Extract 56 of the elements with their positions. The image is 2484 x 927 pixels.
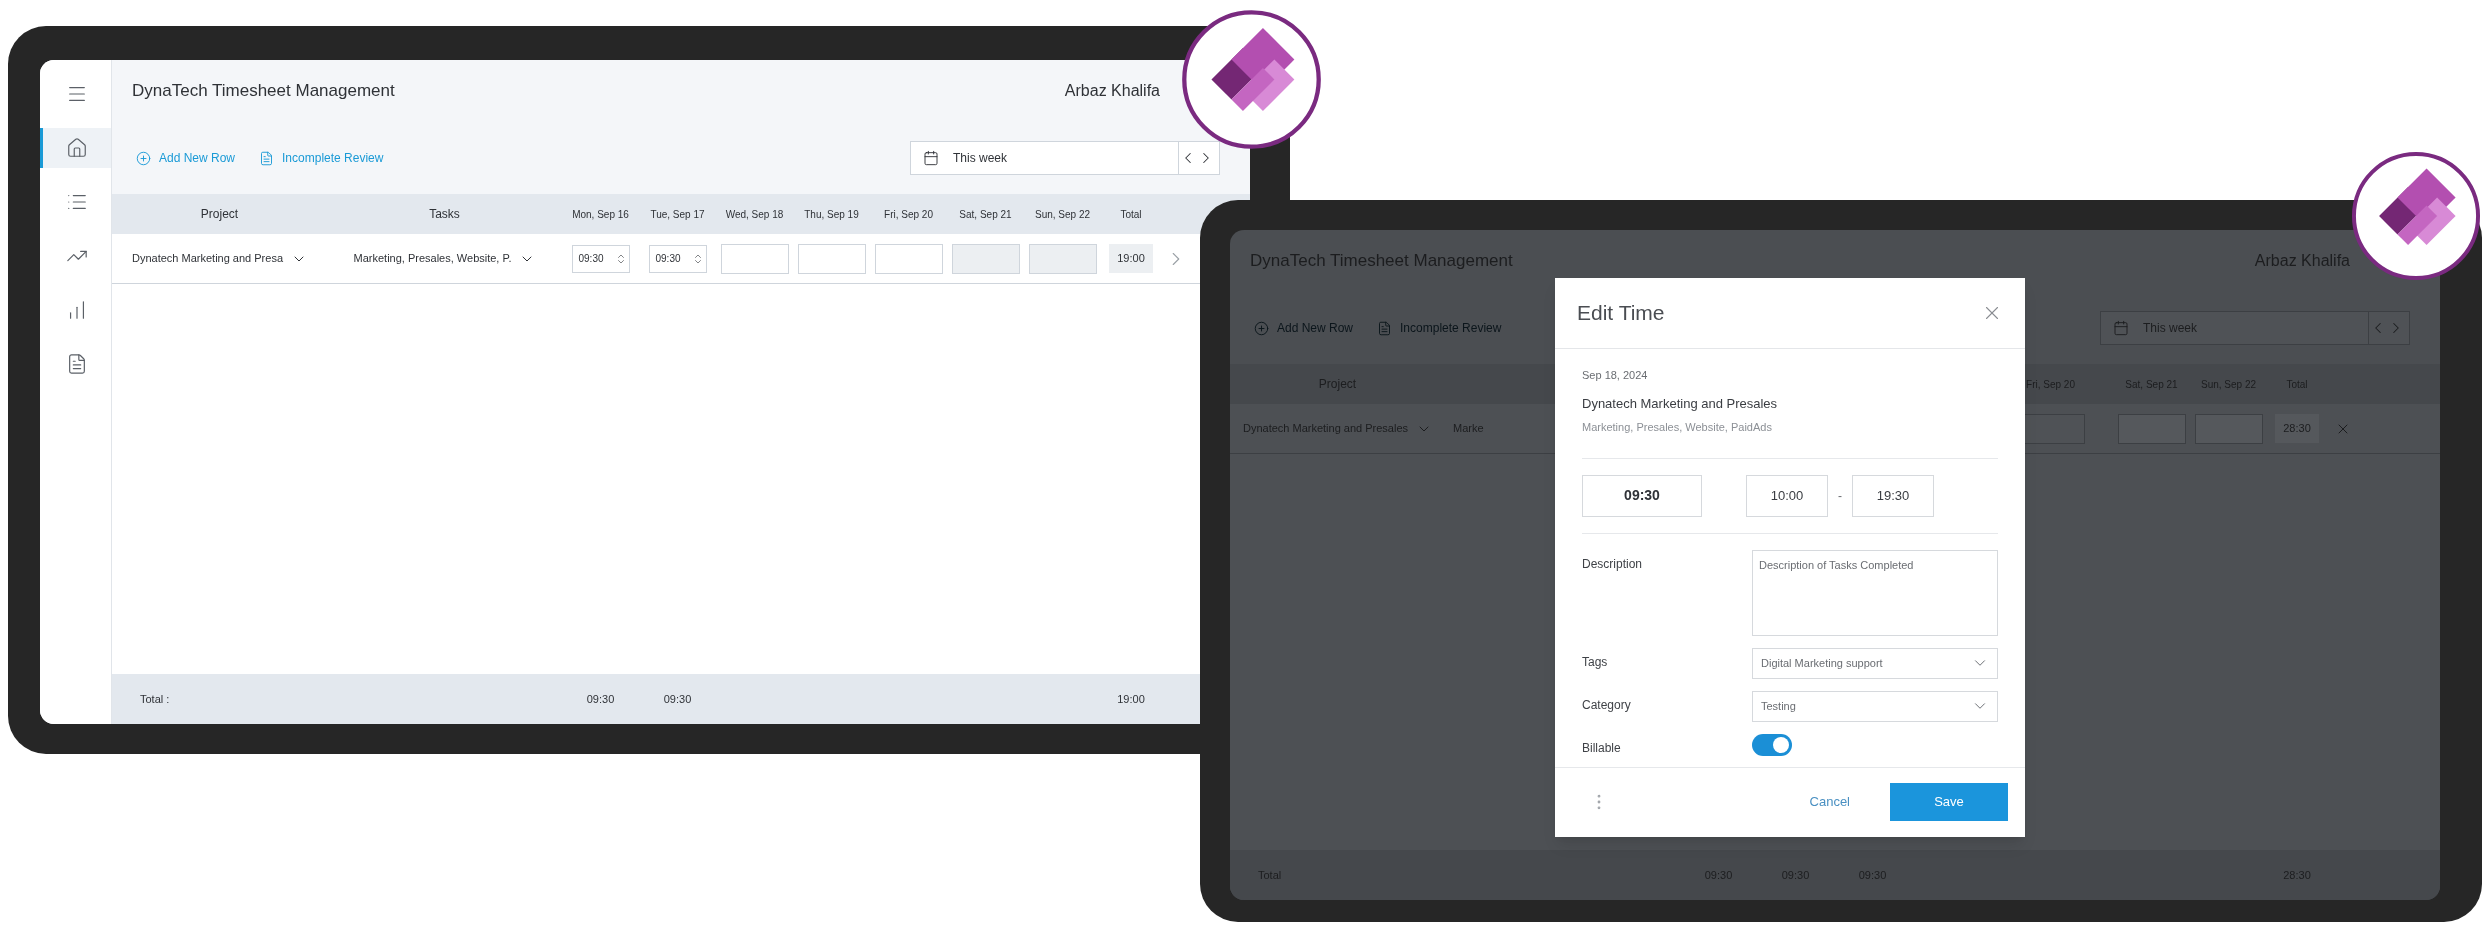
column-header: Total (1119, 207, 1143, 222)
entry-date: Sep 18, 2024 (1582, 368, 1649, 383)
dropdown-field[interactable]: Digital Marketing support (1752, 647, 1998, 679)
time-field[interactable]: 09:30 (571, 244, 630, 273)
disabled-time-field (2117, 413, 2186, 444)
column-header: Tasks (428, 206, 461, 223)
home-icon (66, 137, 88, 159)
column-header: Sun, Sep 22 (1033, 207, 1091, 222)
project-dropdown[interactable]: Marketing, Presales, Website, P. (353, 250, 536, 267)
start-time-field[interactable]: 10:00 (1746, 474, 1828, 517)
review-button[interactable]: Incomplete Review (259, 149, 384, 167)
user-name: Arbaz Khalifa (1064, 81, 1160, 101)
duration-field[interactable]: 09:30 (1582, 474, 1702, 517)
document-icon (66, 353, 88, 375)
save-button[interactable]: Save (1890, 783, 2008, 821)
disabled-time-field (2194, 413, 2263, 444)
app-title: DynaTech Timesheet Management (132, 80, 395, 103)
document-icon (259, 150, 275, 166)
description-field[interactable]: Description of Tasks Completed (1752, 549, 1998, 636)
disabled-time-field (1028, 243, 1097, 274)
day-total: 09:30 (662, 691, 693, 707)
column-header: Tue, Sep 17 (649, 207, 706, 222)
dropdown-field[interactable]: Testing (1752, 690, 1998, 722)
column-header: Fri, Sep 20 (883, 207, 934, 222)
column-header: Thu, Sep 19 (803, 207, 860, 222)
dialog-title: Edit Time (1577, 300, 1665, 327)
entry-project: Dynatech Marketing and Presales (1582, 394, 1779, 413)
plus-circle-icon (1254, 320, 1269, 336)
field-label: Description (1582, 555, 1644, 573)
document-icon (1377, 320, 1393, 336)
column-header: Project (199, 206, 240, 223)
column-header: Sat, Sep 21 (958, 207, 1013, 222)
add-row-button[interactable]: Add New Row (136, 149, 236, 167)
disabled-time-field (951, 243, 1020, 274)
sidebar-item[interactable] (40, 128, 111, 168)
day-total: 09:30 (585, 691, 616, 707)
field-label: Category (1582, 696, 1632, 714)
calendar-icon (2113, 320, 2129, 336)
entry-tasks: Marketing, Presales, Website, PaidAds (1582, 420, 1773, 435)
column-header: Mon, Sep 16 (571, 207, 630, 222)
field-label: Tags (1582, 653, 1609, 671)
column-header: Wed, Sep 18 (724, 207, 785, 222)
plus-circle-icon (136, 150, 151, 166)
end-time-field[interactable]: 19:30 (1852, 474, 1934, 517)
field-label: Billable (1582, 739, 1622, 757)
row-total: 19:00 (1109, 244, 1153, 273)
day-total: 19:00 (1116, 691, 1146, 707)
time-field[interactable]: 09:30 (648, 244, 707, 273)
calendar-icon (923, 150, 939, 166)
total-label: Total : (139, 691, 171, 707)
cancel-button[interactable]: Cancel (1809, 792, 1850, 812)
week-picker[interactable]: This week (910, 141, 1220, 175)
row-total: 28:30 (2275, 414, 2319, 443)
toggle-switch[interactable] (1752, 733, 1792, 756)
range-separator: - (1838, 487, 1842, 505)
project-dropdown[interactable]: Dynatech Marketing and Presa (132, 250, 307, 267)
